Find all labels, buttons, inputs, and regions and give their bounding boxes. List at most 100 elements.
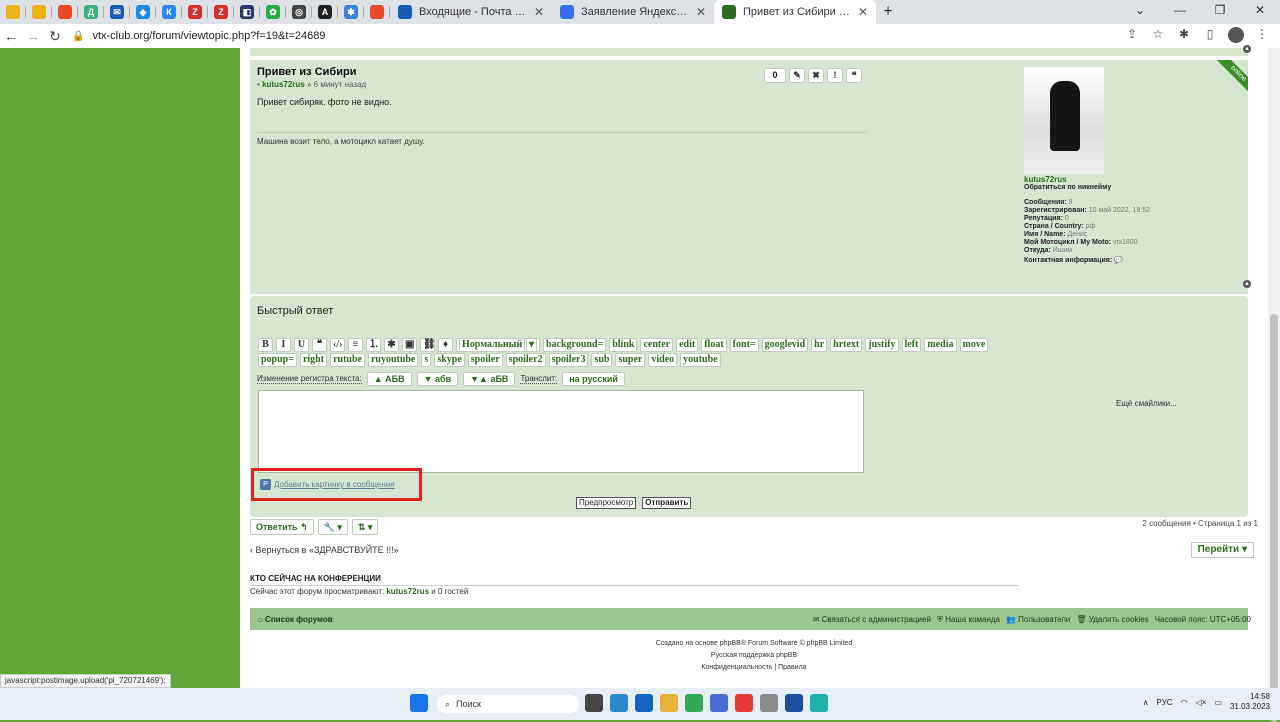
footer-link[interactable]: ✉ Связаться с администрацией <box>813 615 931 625</box>
star-icon[interactable]: ☆ <box>1146 27 1170 46</box>
wifi-icon[interactable]: ◠ <box>1181 698 1188 707</box>
bbcode-googlevid-button[interactable]: googlevid <box>761 338 809 352</box>
message-textarea[interactable] <box>258 390 864 473</box>
speech-icon[interactable]: 💬 <box>1114 257 1123 264</box>
profile-icon[interactable] <box>1224 26 1248 46</box>
italic-button[interactable]: I <box>276 338 291 352</box>
url-text[interactable]: vtx-club.org/forum/viewtopic.php?f=19&t=… <box>92 30 325 42</box>
bbcode-popup-button[interactable]: popup= <box>258 353 297 367</box>
scroll-top-icon-top[interactable]: ▲ <box>1243 45 1251 53</box>
browser-tab[interactable]: Заявление Яндекс 360.docx - Яндекс ✕ <box>552 0 714 24</box>
bbcode-rutube-button[interactable]: rutube <box>330 353 365 367</box>
close-icon[interactable]: ✕ <box>696 5 706 19</box>
chevron-up-icon[interactable]: ∧ <box>1143 698 1149 707</box>
underline-button[interactable]: U <box>294 338 309 352</box>
footer-link[interactable]: 👥 Пользователи <box>1006 615 1070 625</box>
planet-icon[interactable] <box>610 694 628 712</box>
submit-button[interactable]: Отправить <box>642 497 692 509</box>
pinned-tab[interactable]: ✿ <box>260 0 286 24</box>
footer-privacy[interactable]: Конфиденциальность | Правила <box>240 662 1268 674</box>
pinned-tab[interactable]: ✉ <box>104 0 130 24</box>
pinned-tab[interactable]: Z <box>182 0 208 24</box>
pinned-tab[interactable]: ◆ <box>130 0 156 24</box>
case-lower-button[interactable]: ▼ абв <box>416 372 459 386</box>
bbcode-spoiler3-button[interactable]: spoiler3 <box>548 353 589 367</box>
bbcode-font-button[interactable]: font= <box>729 338 759 352</box>
bbcode-background-button[interactable]: background= <box>543 338 607 352</box>
forward-icon[interactable]: → <box>22 28 44 44</box>
bbcode-spoiler2-button[interactable]: spoiler2 <box>505 353 546 367</box>
new-tab-button[interactable]: + <box>876 3 900 21</box>
devices-icon[interactable] <box>785 694 803 712</box>
bbcode-float-button[interactable]: float <box>701 338 727 352</box>
online-user-link[interactable]: kutus72rus <box>386 587 429 596</box>
list-button[interactable]: ≡ <box>348 338 363 352</box>
bbcode-youtube-button[interactable]: youtube <box>680 353 721 367</box>
image-button[interactable]: ▣ <box>402 338 417 352</box>
jump-button[interactable]: Перейти ▾ <box>1190 542 1254 558</box>
pinned-tab[interactable]: A <box>312 0 338 24</box>
battery-icon[interactable]: ▭ <box>1214 698 1222 707</box>
bbcode-right-button[interactable]: right <box>299 353 328 367</box>
pinned-tab[interactable]: Д <box>78 0 104 24</box>
case-upper-button[interactable]: ▲ АБВ <box>366 372 412 386</box>
back-icon[interactable]: ← <box>0 28 22 44</box>
bbcode-hrtext-button[interactable]: hrtext <box>830 338 863 352</box>
bbcode-left-button[interactable]: left <box>901 338 922 352</box>
bbcode-skype-button[interactable]: skype <box>434 353 465 367</box>
list-item-button[interactable]: ✱ <box>384 338 399 352</box>
pinned-tab[interactable]: Z <box>208 0 234 24</box>
pinned-tab[interactable]: ◧ <box>234 0 260 24</box>
pinned-tab[interactable] <box>364 0 390 24</box>
sort-dropdown[interactable]: ⇅ ▾ <box>351 519 379 535</box>
footer-link[interactable]: ⛨ Наша команда <box>937 615 1000 625</box>
task-view-icon[interactable] <box>585 694 603 712</box>
speaker-icon[interactable]: ◁× <box>1196 698 1207 707</box>
code-button[interactable]: ‹/› <box>330 338 345 352</box>
translit-button[interactable]: на русский <box>562 372 625 386</box>
store-icon[interactable] <box>710 694 728 712</box>
bbcode-s-button[interactable]: s <box>421 353 432 367</box>
rating-counter[interactable]: 0 <box>764 68 786 83</box>
bbcode-blink-button[interactable]: blink <box>609 338 638 352</box>
post-title[interactable]: Привет из Сибири <box>257 66 356 78</box>
footer-support[interactable]: Русская поддержка phpBB <box>240 650 1268 662</box>
menu-icon[interactable]: ⋮ <box>1250 27 1274 46</box>
bbcode-spoiler-button[interactable]: spoiler <box>467 353 503 367</box>
back-link[interactable]: ‹ Вернуться в «ЗДРАВСТВУЙТЕ !!!» <box>250 545 399 555</box>
sidebar-icon[interactable]: ▯ <box>1198 27 1222 46</box>
pinned-tab[interactable] <box>52 0 78 24</box>
bbcode-center-button[interactable]: center <box>640 338 674 352</box>
bbcode-super-button[interactable]: super <box>615 353 646 367</box>
language-indicator[interactable]: РУС <box>1157 698 1173 707</box>
quote-button[interactable]: ❝ <box>312 338 327 352</box>
scrollbar[interactable] <box>1268 48 1280 722</box>
pinned-tab[interactable]: ◎ <box>286 0 312 24</box>
scrollbar-thumb[interactable] <box>1270 314 1278 722</box>
footer-link[interactable]: 🗑 Удалить cookies <box>1076 615 1148 625</box>
address-bar[interactable]: 🔒 vtx-club.org/forum/viewtopic.php?f=19&… <box>72 25 1120 47</box>
clock[interactable]: 14:58 31.03.2023 <box>1230 692 1270 712</box>
reply-button[interactable]: Ответить ↰ <box>250 519 314 535</box>
minimize-icon[interactable]: — <box>1160 0 1200 24</box>
folder-icon[interactable] <box>660 694 678 712</box>
quote-icon[interactable]: ❝ <box>846 68 862 83</box>
profile-username[interactable]: kutus72rus <box>1024 176 1239 184</box>
post-author[interactable]: kutus72rus <box>262 80 305 89</box>
close-icon[interactable]: ✕ <box>534 5 544 19</box>
maximize-icon[interactable]: ❐ <box>1200 0 1240 24</box>
scroll-top-icon[interactable]: ▲ <box>1243 280 1251 288</box>
browser-tab[interactable]: Привет из Сибири - HONDA VTX ✕ <box>714 0 876 24</box>
font-size-select[interactable]: Нормальный ▾ <box>456 338 540 352</box>
browser-tab[interactable]: Входящие - Почта Mail.ru ✕ <box>390 0 552 24</box>
edit-icon[interactable]: ✎ <box>789 68 805 83</box>
forum-index-link[interactable]: ⌂ Список форумов <box>258 615 333 624</box>
share-icon[interactable]: ⇪ <box>1120 27 1144 46</box>
pinned-tab[interactable]: ✱ <box>338 0 364 24</box>
bbcode-video-button[interactable]: video <box>648 353 678 367</box>
bbcode-ruyoutube-button[interactable]: ruyoutube <box>367 353 419 367</box>
more-smilies-link[interactable]: Ещё смайлики... <box>1116 399 1177 408</box>
pinned-tab[interactable] <box>0 0 26 24</box>
settings-icon[interactable] <box>760 694 778 712</box>
start-icon[interactable] <box>410 694 428 712</box>
